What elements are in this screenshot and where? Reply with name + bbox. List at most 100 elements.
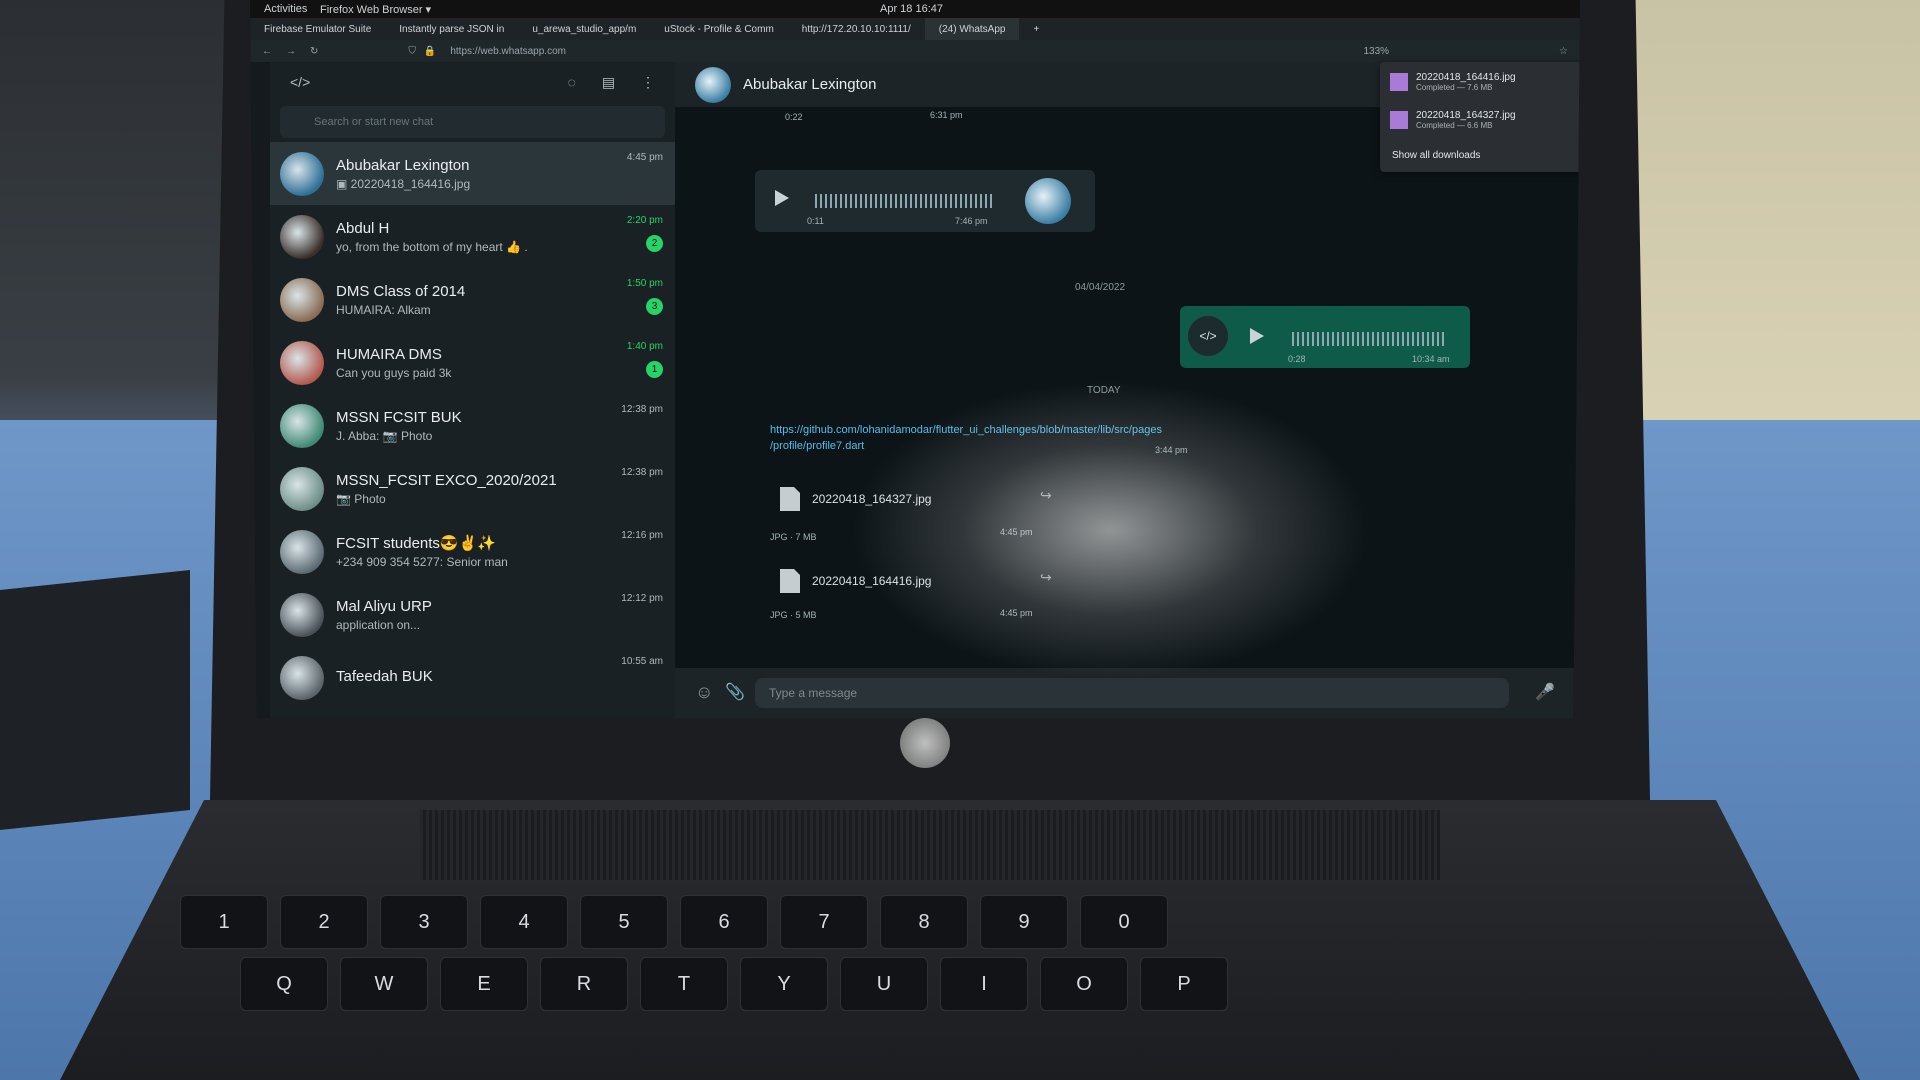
chat-avatar[interactable] <box>280 529 324 574</box>
chat-item[interactable]: DMS Class of 2014 HUMAIRA: Alkam 1:50 pm 3 <box>270 268 675 331</box>
contact-name: Abubakar Lexington <box>743 76 877 93</box>
chat-name: HUMAIRA DMS <box>336 345 442 363</box>
key[interactable]: R <box>540 957 628 1011</box>
key[interactable]: 4 <box>480 895 568 949</box>
chat-last-message: yo, from the bottom of my heart 👍 . <box>336 239 528 254</box>
menu-kebab-icon[interactable]: ⋮ <box>641 74 655 90</box>
key[interactable]: W <box>340 957 428 1011</box>
play-icon[interactable] <box>1250 328 1264 344</box>
chat-avatar[interactable] <box>280 592 324 637</box>
chat-last-message: +234 909 354 5277: Senior man <box>336 555 508 569</box>
activities-button[interactable]: Activities <box>264 3 307 15</box>
chat-item[interactable]: FCSIT students😎✌️✨ +234 909 354 5277: Sen… <box>270 520 675 583</box>
key[interactable]: T <box>640 957 728 1011</box>
key[interactable]: 2 <box>280 895 368 949</box>
voice-message-in[interactable]: 0:11 7:46 pm <box>755 170 1095 232</box>
key[interactable]: P <box>1140 957 1228 1011</box>
image-file-icon <box>1390 111 1408 129</box>
search-input[interactable]: Search or start new chat <box>280 106 665 138</box>
back-arrow-icon[interactable]: ← <box>262 46 272 57</box>
sender-avatar <box>1025 178 1071 224</box>
chat-item[interactable]: MSSN_FCSIT EXCO_2020/2021 📷 Photo 12:38 pm <box>270 457 675 520</box>
chat-item[interactable]: Abubakar Lexington ▣ 20220418_164416.jpg 4… <box>270 142 675 205</box>
link-time: 3:44 pm <box>1155 445 1188 455</box>
key[interactable]: 6 <box>680 895 768 949</box>
reload-icon[interactable]: ↻ <box>310 46 318 57</box>
tab-localhost[interactable]: http://172.20.10.10:1111/ <box>788 24 925 35</box>
chat-avatar[interactable] <box>280 151 324 196</box>
key[interactable]: Q <box>240 957 328 1011</box>
chat-avatar[interactable] <box>280 403 324 448</box>
download-item[interactable]: 20220418_164416.jpg Completed — 7.6 MB <box>1390 72 1516 92</box>
chat-time: 10:55 am <box>621 656 663 667</box>
key[interactable]: I <box>940 957 1028 1011</box>
file-message-2[interactable]: 20220418_164416.jpg <box>780 569 931 593</box>
lock-icon[interactable]: 🔒 <box>424 46 436 57</box>
tab-github[interactable]: u_arewa_studio_app/m <box>518 24 650 35</box>
chat-item[interactable]: Abdul H yo, from the bottom of my heart 👍… <box>270 205 675 268</box>
url-field[interactable]: https://web.whatsapp.com <box>450 46 566 57</box>
key[interactable]: O <box>1040 957 1128 1011</box>
attach-icon[interactable]: 📎 <box>725 682 745 702</box>
status-icon[interactable]: ◌ <box>568 74 576 90</box>
system-topbar: Activities Firefox Web Browser ▾ Apr 18 … <box>250 0 1580 18</box>
chat-avatar[interactable] <box>280 340 324 385</box>
key[interactable]: 3 <box>380 895 468 949</box>
shield-icon[interactable]: ⛉ <box>408 46 416 57</box>
chat-item[interactable]: MSSN FCSIT BUK J. Abba: 📷 Photo 12:38 pm <box>270 394 675 457</box>
contact-avatar[interactable] <box>695 66 731 103</box>
file-icon <box>780 487 800 511</box>
forward-arrow-icon[interactable]: → <box>286 46 296 57</box>
key[interactable]: 9 <box>980 895 1068 949</box>
microphone-icon[interactable]: 🎤 <box>1535 682 1555 702</box>
message-input[interactable]: Type a message <box>755 678 1509 708</box>
app-menu[interactable]: Firefox Web Browser ▾ <box>320 3 431 16</box>
chat-avatar[interactable] <box>280 214 324 259</box>
key[interactable]: 8 <box>880 895 968 949</box>
system-clock[interactable]: Apr 18 16:47 <box>880 3 943 15</box>
forward-icon[interactable]: ↪ <box>1040 569 1052 586</box>
key[interactable]: 0 <box>1080 895 1168 949</box>
chat-avatar[interactable] <box>280 277 324 322</box>
emoji-icon[interactable]: ☺ <box>695 682 713 703</box>
tab-whatsapp[interactable]: (24) WhatsApp <box>924 18 1020 40</box>
chat-avatar[interactable] <box>280 466 324 511</box>
key[interactable]: 1 <box>180 895 268 949</box>
key[interactable]: U <box>840 957 928 1011</box>
show-all-downloads[interactable]: Show all downloads <box>1392 150 1480 161</box>
unread-badge: 1 <box>646 361 663 378</box>
file-name[interactable]: 20220418_164327.jpg <box>812 492 931 506</box>
forward-icon[interactable]: ↪ <box>1040 487 1052 504</box>
zoom-level[interactable]: 133% <box>1363 46 1389 57</box>
play-icon[interactable] <box>775 190 789 206</box>
chat-item[interactable]: HUMAIRA DMS Can you guys paid 3k 1:40 pm 1 <box>270 331 675 394</box>
voice-waveform[interactable] <box>1292 332 1447 346</box>
file-message-1[interactable]: 20220418_164327.jpg <box>780 487 931 511</box>
chat-item[interactable]: Tafeedah BUK 10:55 am <box>270 646 675 709</box>
bookmark-star-icon[interactable]: ☆ <box>1559 46 1568 57</box>
chat-item[interactable]: Mal Aliyu URP application on... 12:12 pm <box>270 583 675 646</box>
date-separator-today: TODAY <box>1087 385 1121 396</box>
key[interactable]: E <box>440 957 528 1011</box>
github-link-message[interactable]: https://github.com/lohanidamodar/flutter… <box>770 422 1162 454</box>
download-item[interactable]: 20220418_164327.jpg Completed — 6.6 MB <box>1390 110 1516 130</box>
link-line-2[interactable]: /profile/profile7.dart <box>770 438 1162 454</box>
tab-ustock[interactable]: uStock - Profile & Comm <box>650 24 787 35</box>
tab-json[interactable]: Instantly parse JSON in <box>385 24 518 35</box>
file-name[interactable]: 20220418_164416.jpg <box>812 574 931 588</box>
voice-message-out[interactable]: </> 0:28 10:34 am <box>1180 306 1470 368</box>
voice-duration: 0:11 <box>807 216 824 226</box>
chat-time: 4:45 pm <box>626 152 663 163</box>
voice-waveform[interactable] <box>815 194 995 208</box>
key[interactable]: 7 <box>780 895 868 949</box>
voice-duration: 0:28 <box>1288 354 1306 364</box>
new-tab-button[interactable]: + <box>1019 24 1053 35</box>
key[interactable]: Y <box>740 957 828 1011</box>
download-filename: 20220418_164416.jpg <box>1416 72 1516 83</box>
key[interactable]: 5 <box>580 895 668 949</box>
chat-avatar[interactable] <box>280 655 324 700</box>
new-chat-icon[interactable]: ▤ <box>602 74 615 90</box>
link-line-1[interactable]: https://github.com/lohanidamodar/flutter… <box>770 422 1162 438</box>
profile-code-icon[interactable]: </> <box>290 74 310 90</box>
tab-firebase[interactable]: Firebase Emulator Suite <box>250 24 385 35</box>
